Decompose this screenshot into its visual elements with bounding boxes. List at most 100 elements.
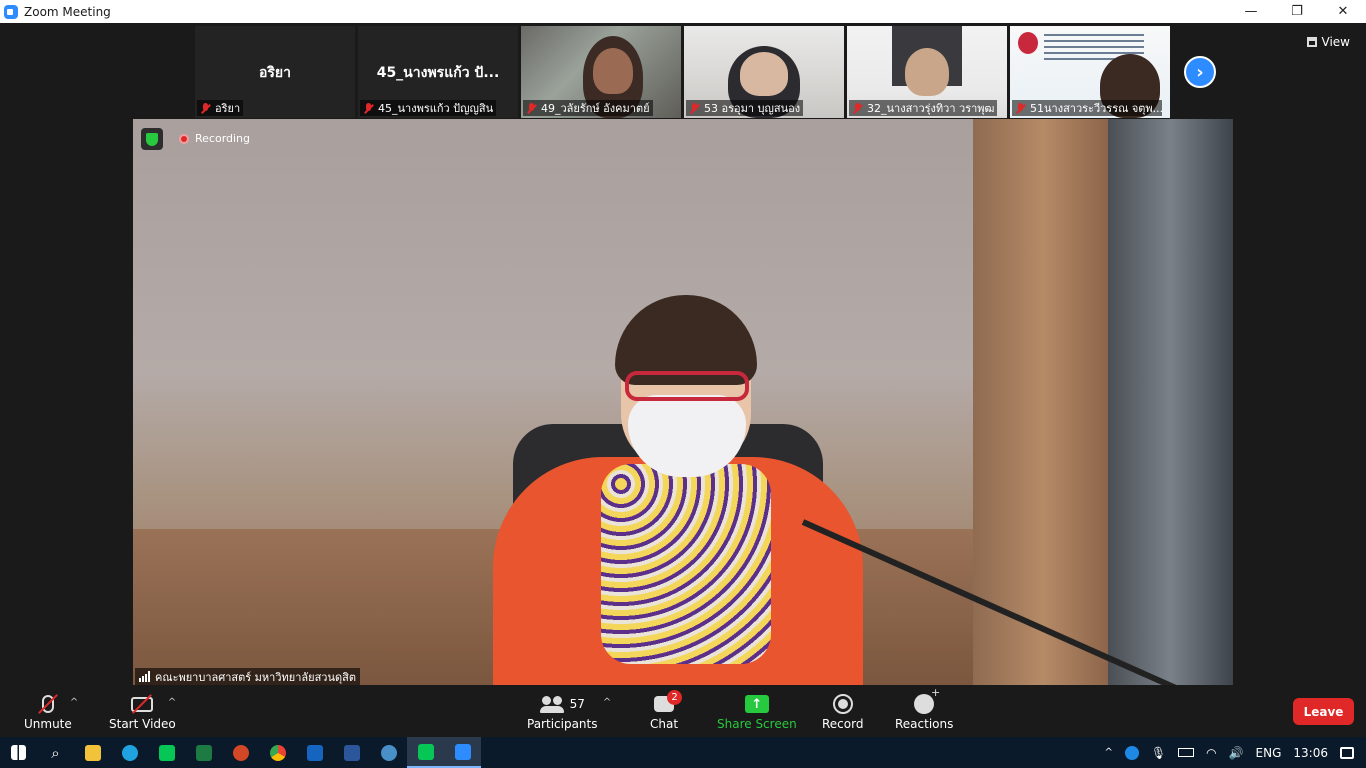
recording-indicator: Recording	[179, 132, 250, 145]
participant-label: 45_นางพรแก้ว ปัญญสิน	[360, 100, 497, 116]
show-hidden-icons-button[interactable]: ^	[1104, 747, 1112, 758]
active-speaker-video: Recording คณะพยาบาลศาสตร์ มหาวิทยาลัยสวน…	[133, 119, 1233, 685]
speaker-name: คณะพยาบาลศาสตร์ มหาวิทยาลัยสวนดุสิต	[155, 670, 356, 684]
participant-tile[interactable]: 32_นางสาวรุ่งทิวา วราพุฒ	[847, 26, 1007, 118]
participant-label: 53 อรอุมา บุญสนอง	[686, 100, 804, 116]
next-page-button[interactable]: ›	[1184, 56, 1216, 88]
windows-start-button[interactable]	[0, 737, 37, 768]
muted-mic-icon	[526, 102, 537, 114]
window-title: Zoom Meeting	[24, 4, 111, 19]
view-label: View	[1321, 35, 1350, 49]
participant-label-text: 32_นางสาวรุ่งทิวา วราพุฒ	[867, 102, 995, 115]
language-indicator[interactable]: ENG	[1256, 746, 1282, 760]
participant-face	[740, 52, 788, 96]
unmute-button[interactable]: Unmute	[24, 691, 72, 731]
file-explorer-button[interactable]	[74, 737, 111, 768]
recording-dot-icon	[179, 133, 189, 144]
participant-name-large: 45_นางพรแก้ว ปั...	[376, 65, 500, 81]
restore-button[interactable]: ❐	[1274, 0, 1320, 23]
line-app-button[interactable]	[148, 737, 185, 768]
caret-up-icon: ^	[602, 697, 612, 708]
curtain	[1108, 119, 1233, 685]
participant-face	[593, 48, 633, 94]
caret-up-icon: ^	[69, 697, 79, 708]
participant-name-large: อริยา	[259, 65, 291, 81]
folder-icon	[84, 744, 101, 761]
word-button[interactable]	[333, 737, 370, 768]
muted-mic-icon	[1015, 102, 1026, 114]
participant-tile[interactable]: 45_นางพรแก้ว ปั... 45_นางพรแก้ว ปัญญสิน	[358, 26, 518, 118]
clock[interactable]: 13:06	[1293, 746, 1328, 760]
participant-label: 51นางสาวระวีวรรณ จตุพ...	[1012, 100, 1162, 116]
line-active-button[interactable]	[407, 737, 444, 768]
powerpoint-button[interactable]	[222, 737, 259, 768]
speaker-name-label: คณะพยาบาลศาสตร์ มหาวิทยาลัยสวนดุสิต	[135, 668, 360, 685]
muted-microphone-icon	[37, 691, 58, 717]
zoom-icon	[454, 743, 471, 760]
participant-tile[interactable]: 49_วลัยรักษ์ อังคมาตย์	[521, 26, 681, 118]
volume-icon[interactable]: 🔊	[1229, 746, 1244, 760]
unmute-label: Unmute	[24, 717, 72, 731]
share-screen-label: Share Screen	[717, 717, 797, 731]
excel-icon	[195, 744, 212, 761]
line-icon	[158, 744, 175, 761]
participant-label-text: 53 อรอุมา บุญสนอง	[704, 102, 801, 115]
leave-button[interactable]: Leave	[1293, 698, 1354, 725]
participants-count: 57	[569, 697, 585, 711]
excel-button[interactable]	[185, 737, 222, 768]
muted-mic-icon	[200, 102, 211, 114]
participants-label: Participants	[527, 717, 598, 731]
minimize-button[interactable]: —	[1228, 0, 1274, 23]
outlook-icon	[306, 744, 323, 761]
participant-tile[interactable]: อริยา อริยา	[195, 26, 355, 118]
close-button[interactable]: ✕	[1320, 0, 1366, 23]
title-bar: Zoom Meeting — ❐ ✕	[0, 0, 1366, 23]
microphone-icon[interactable]: 🎙	[1151, 746, 1166, 760]
signal-bars-icon	[139, 671, 150, 682]
start-video-button[interactable]: Start Video	[109, 691, 176, 731]
record-label: Record	[822, 717, 864, 731]
wood-wall-panel	[973, 119, 1113, 685]
recording-label: Recording	[195, 132, 251, 145]
app-button[interactable]	[370, 737, 407, 768]
video-off-icon	[131, 691, 154, 717]
reactions-label: Reactions	[895, 717, 954, 731]
search-icon: ⌕	[51, 743, 60, 762]
chrome-button[interactable]	[259, 737, 296, 768]
powerpoint-icon	[232, 744, 249, 761]
record-button[interactable]: Record	[822, 691, 863, 731]
participants-icon	[539, 696, 564, 713]
participants-button[interactable]: 57 Participants	[527, 691, 598, 731]
zoom-app-icon	[4, 4, 18, 19]
meeting-area: อริยา อริยา 45_นางพรแก้ว ปั... 45_นางพรแ…	[0, 23, 1366, 687]
battery-icon[interactable]	[1178, 748, 1195, 757]
chevron-right-icon: ›	[1196, 61, 1204, 83]
notification-icon[interactable]	[1340, 746, 1354, 759]
share-screen-button[interactable]: ↑ Share Screen	[717, 691, 797, 731]
view-button[interactable]: View	[1306, 35, 1350, 49]
participant-tile[interactable]: 53 อรอุมา บุญสนอง	[684, 26, 844, 118]
windows-logo-icon	[11, 745, 26, 760]
edge-button[interactable]	[111, 737, 148, 768]
participant-tile[interactable]: 51นางสาวระวีวรรณ จตุพ...	[1010, 26, 1170, 118]
zoom-taskbar-button[interactable]	[444, 737, 481, 768]
chat-label: Chat	[650, 717, 679, 731]
outlook-button[interactable]	[296, 737, 333, 768]
system-tray: ^ 🎙 ◠ 🔊 ENG 13:06	[1104, 737, 1366, 768]
start-video-label: Start Video	[109, 717, 176, 731]
word-icon	[343, 744, 360, 761]
muted-mic-icon	[689, 102, 700, 114]
participant-label: อริยา	[197, 100, 244, 116]
security-badge[interactable]	[141, 128, 163, 150]
muted-mic-icon	[363, 102, 374, 114]
reactions-button[interactable]: Reactions	[895, 686, 954, 731]
share-screen-icon: ↑	[744, 695, 769, 713]
grid-view-icon	[1306, 37, 1317, 47]
chat-icon: 2	[654, 690, 683, 712]
shared-banner	[1018, 32, 1038, 54]
search-button[interactable]: ⌕	[37, 737, 74, 768]
wifi-icon[interactable]: ◠	[1206, 746, 1216, 760]
chat-button[interactable]: 2 Chat	[650, 690, 683, 731]
line-icon	[417, 743, 434, 760]
onedrive-icon[interactable]	[1124, 745, 1139, 760]
